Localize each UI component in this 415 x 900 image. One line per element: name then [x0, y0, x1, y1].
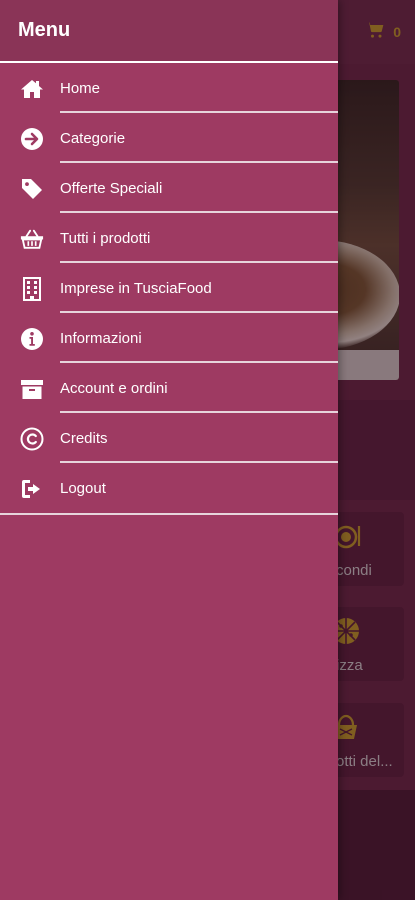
divider	[0, 513, 338, 515]
menu-item-label: Imprese in TusciaFood	[60, 280, 212, 297]
home-icon	[19, 76, 45, 102]
menu-item-categorie[interactable]: Categorie	[0, 113, 338, 163]
menu-item-home[interactable]: Home	[0, 63, 338, 113]
menu-item-label: Account e ordini	[60, 380, 168, 397]
menu-item-label: Logout	[60, 480, 106, 497]
drawer-menu: Home Categorie Offerte Speciali Tutti i …	[0, 63, 338, 513]
info-circle-icon	[19, 326, 45, 352]
basket-icon	[19, 226, 45, 252]
sign-out-icon	[19, 476, 45, 502]
menu-item-label: Informazioni	[60, 330, 142, 347]
menu-item-label: Offerte Speciali	[60, 180, 163, 197]
archive-box-icon	[19, 376, 45, 402]
navigation-drawer: Menu Home Categorie Offerte Speciali Tut…	[0, 0, 338, 900]
drawer-header: Menu	[0, 0, 338, 63]
menu-item-label: Home	[60, 80, 101, 97]
menu-item-label: Categorie	[60, 130, 126, 147]
menu-item-credits[interactable]: Credits	[0, 413, 338, 463]
copyright-icon	[19, 426, 45, 452]
menu-item-informazioni[interactable]: Informazioni	[0, 313, 338, 363]
drawer-title: Menu	[18, 19, 71, 41]
menu-item-label: Tutti i prodotti	[60, 230, 151, 247]
menu-item-tutti-i-prodotti[interactable]: Tutti i prodotti	[0, 213, 338, 263]
menu-item-imprese[interactable]: Imprese in TusciaFood	[0, 263, 338, 313]
menu-item-label: Credits	[60, 430, 108, 447]
menu-item-logout[interactable]: Logout	[0, 463, 338, 513]
arrow-circle-right-icon	[19, 126, 45, 152]
menu-item-account-e-ordini[interactable]: Account e ordini	[0, 363, 338, 413]
building-icon	[19, 276, 45, 302]
menu-item-offerte-speciali[interactable]: Offerte Speciali	[0, 163, 338, 213]
tag-icon	[19, 176, 45, 202]
